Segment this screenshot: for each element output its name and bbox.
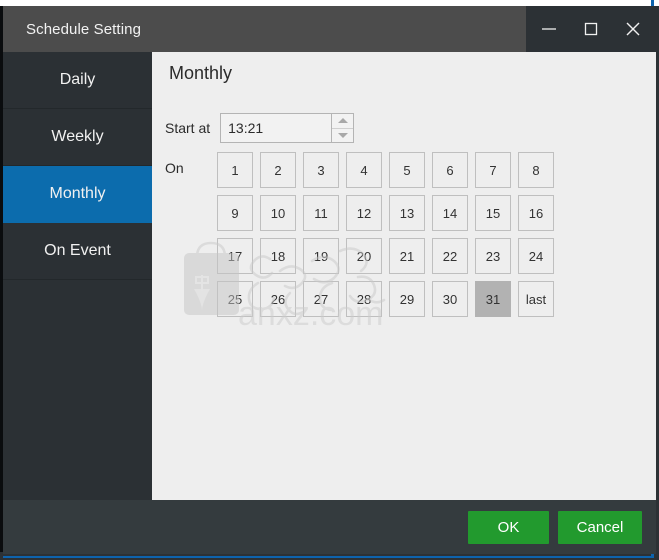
day-cell[interactable]: 8 — [518, 152, 554, 188]
time-decrement-button[interactable] — [332, 128, 354, 142]
day-cell[interactable]: 11 — [303, 195, 339, 231]
sidebar-item-weekly[interactable]: Weekly — [3, 109, 152, 166]
on-label: On — [165, 160, 184, 176]
day-cell[interactable]: 1 — [217, 152, 253, 188]
day-cell[interactable]: 4 — [346, 152, 382, 188]
sidebar-item-on-event[interactable]: On Event — [3, 223, 152, 280]
close-icon — [623, 19, 643, 39]
day-cell[interactable]: 19 — [303, 238, 339, 274]
sidebar-item-label: Daily — [59, 71, 96, 88]
ok-button[interactable]: OK — [468, 510, 549, 544]
close-button[interactable] — [612, 6, 654, 52]
title-bar[interactable]: Schedule Setting — [3, 6, 656, 52]
maximize-button[interactable] — [570, 6, 612, 52]
window-bottom-border — [3, 556, 654, 558]
day-cell[interactable]: 21 — [389, 238, 425, 274]
sidebar-item-label: Weekly — [51, 128, 104, 145]
day-cell[interactable]: 31 — [475, 281, 511, 317]
day-cell[interactable]: 14 — [432, 195, 468, 231]
day-cell[interactable]: 6 — [432, 152, 468, 188]
sidebar-item-monthly[interactable]: Monthly — [3, 166, 152, 223]
day-cell[interactable]: 17 — [217, 238, 253, 274]
content-panel: Monthly Start at 13:21 On 1 2 3 4 5 6 7 8 9 10 11 1… — [152, 52, 656, 500]
chevron-down-icon — [337, 132, 348, 138]
day-cell[interactable]: 9 — [217, 195, 253, 231]
page-title: Monthly — [169, 63, 233, 83]
day-cell[interactable]: 24 — [518, 238, 554, 274]
window-controls — [526, 6, 656, 52]
time-stepper — [331, 114, 354, 142]
start-at-time-field[interactable]: 13:21 — [220, 113, 355, 143]
day-cell[interactable]: 15 — [475, 195, 511, 231]
day-cell[interactable]: 12 — [346, 195, 382, 231]
time-increment-button[interactable] — [332, 114, 354, 129]
sidebar: Daily Weekly Monthly On Event — [3, 52, 152, 500]
day-cell[interactable]: 7 — [475, 152, 511, 188]
day-cell[interactable]: 13 — [389, 195, 425, 231]
start-at-row: Start at 13:21 — [165, 113, 355, 143]
day-cell[interactable]: 22 — [432, 238, 468, 274]
day-cell[interactable]: 25 — [217, 281, 253, 317]
on-row: On 1 2 3 4 5 6 7 8 9 10 11 12 13 14 15 16 17 18 19 20 21 22 23… — [165, 152, 554, 317]
sidebar-item-daily[interactable]: Daily — [3, 52, 152, 109]
day-cell[interactable]: last — [518, 281, 554, 317]
day-cell[interactable]: 10 — [260, 195, 296, 231]
sidebar-item-label: Monthly — [49, 185, 106, 202]
sidebar-item-label: On Event — [44, 242, 111, 259]
start-at-input[interactable]: 13:21 — [221, 114, 331, 142]
day-cell[interactable]: 20 — [346, 238, 382, 274]
day-of-month-grid: 1 2 3 4 5 6 7 8 9 10 11 12 13 14 15 16 17 18 19 20 21 22 23 24 2… — [217, 152, 554, 317]
day-cell[interactable]: 27 — [303, 281, 339, 317]
schedule-setting-window: Schedule Setting Daily Weekly Monthly On… — [0, 0, 659, 560]
dialog-footer: OK Cancel — [3, 500, 656, 554]
maximize-icon — [582, 20, 600, 38]
day-cell[interactable]: 28 — [346, 281, 382, 317]
day-cell[interactable]: 18 — [260, 238, 296, 274]
day-cell[interactable]: 26 — [260, 281, 296, 317]
cancel-button[interactable]: Cancel — [558, 510, 642, 544]
day-cell[interactable]: 30 — [432, 281, 468, 317]
minimize-button[interactable] — [528, 6, 570, 52]
day-cell[interactable]: 2 — [260, 152, 296, 188]
start-at-label: Start at — [165, 120, 211, 136]
window-title: Schedule Setting — [26, 20, 142, 38]
day-cell[interactable]: 3 — [303, 152, 339, 188]
chevron-up-icon — [337, 118, 348, 124]
day-cell[interactable]: 23 — [475, 238, 511, 274]
sidebar-empty-area — [3, 280, 152, 500]
day-cell[interactable]: 29 — [389, 281, 425, 317]
minimize-icon — [540, 20, 558, 38]
day-cell[interactable]: 5 — [389, 152, 425, 188]
day-cell[interactable]: 16 — [518, 195, 554, 231]
